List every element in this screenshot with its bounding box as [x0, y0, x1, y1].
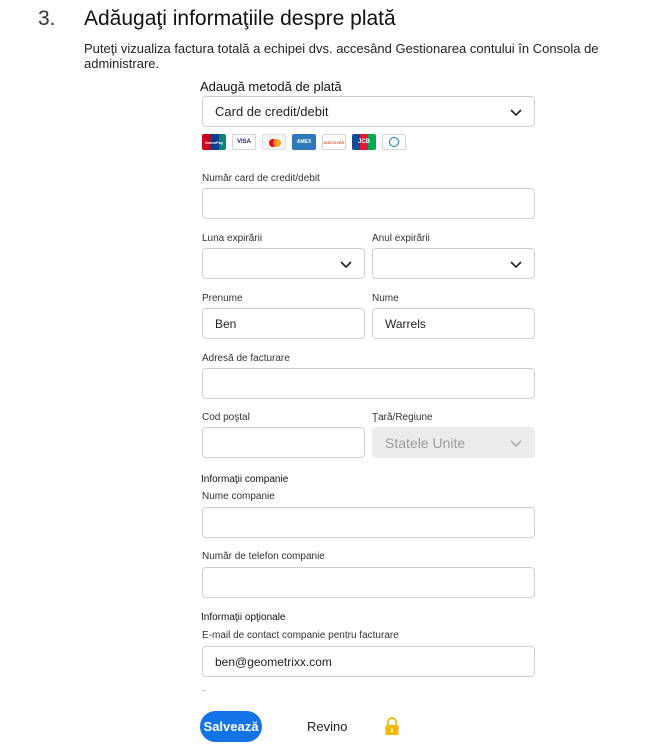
card-number-input[interactable]	[202, 188, 535, 219]
country-select: Statele Unite	[372, 427, 535, 458]
visa-icon: VISA	[232, 134, 256, 150]
save-button[interactable]: Salvează	[200, 711, 262, 742]
expiry-month-label: Luna expirării	[202, 233, 263, 244]
step-description: Puteţi vizualiza factura totală a echipe…	[84, 41, 599, 71]
expiry-year-select[interactable]	[372, 248, 535, 279]
last-name-input[interactable]	[372, 308, 535, 339]
country-label: Ţară/Regiune	[372, 412, 433, 423]
last-name-label: Nume	[372, 293, 399, 304]
billing-address-input[interactable]	[202, 368, 535, 399]
payment-method-label: Adaugă metodă de plată	[200, 79, 342, 94]
company-phone-label: Număr de telefon companie	[202, 551, 325, 562]
accepted-cards: UnionPay VISA AMEX DISCOVER JCB	[202, 134, 406, 150]
payment-method-value: Card de credit/debit	[215, 104, 329, 119]
chevron-down-icon	[510, 106, 522, 118]
company-name-input[interactable]	[202, 507, 535, 538]
expiry-year-label: Anul expirării	[372, 233, 430, 244]
divider	[202, 690, 205, 691]
postal-code-input[interactable]	[202, 427, 365, 458]
billing-email-input[interactable]	[202, 646, 535, 677]
first-name-input[interactable]	[202, 308, 365, 339]
step-title: Adăugaţi informaţiile despre plată	[84, 7, 396, 30]
unionpay-icon: UnionPay	[202, 134, 226, 150]
chevron-down-icon	[340, 258, 352, 270]
payment-method-select[interactable]: Card de credit/debit	[202, 96, 535, 127]
discover-icon: DISCOVER	[322, 134, 346, 150]
postal-code-label: Cod poştal	[202, 412, 250, 423]
company-phone-input[interactable]	[202, 567, 535, 598]
jcb-icon: JCB	[352, 134, 376, 150]
company-section-heading: Informaţii companie	[201, 474, 289, 485]
amex-icon: AMEX	[292, 134, 316, 150]
chevron-down-icon	[510, 437, 522, 449]
billing-address-label: Adresă de facturare	[202, 353, 290, 364]
back-button[interactable]: Revino	[297, 711, 357, 742]
lock-icon	[384, 716, 400, 736]
expiry-month-select[interactable]	[202, 248, 365, 279]
company-name-label: Nume companie	[202, 491, 275, 502]
optional-section-heading: Informaţii opţionale	[201, 612, 286, 623]
mastercard-icon	[262, 134, 286, 150]
diners-club-icon	[382, 134, 406, 150]
step-number: 3.	[38, 7, 56, 30]
card-number-label: Număr card de credit/debit	[202, 173, 320, 184]
country-value: Statele Unite	[385, 434, 466, 451]
first-name-label: Prenume	[202, 293, 243, 304]
billing-email-label: E-mail de contact companie pentru factur…	[202, 630, 399, 641]
chevron-down-icon	[510, 258, 522, 270]
